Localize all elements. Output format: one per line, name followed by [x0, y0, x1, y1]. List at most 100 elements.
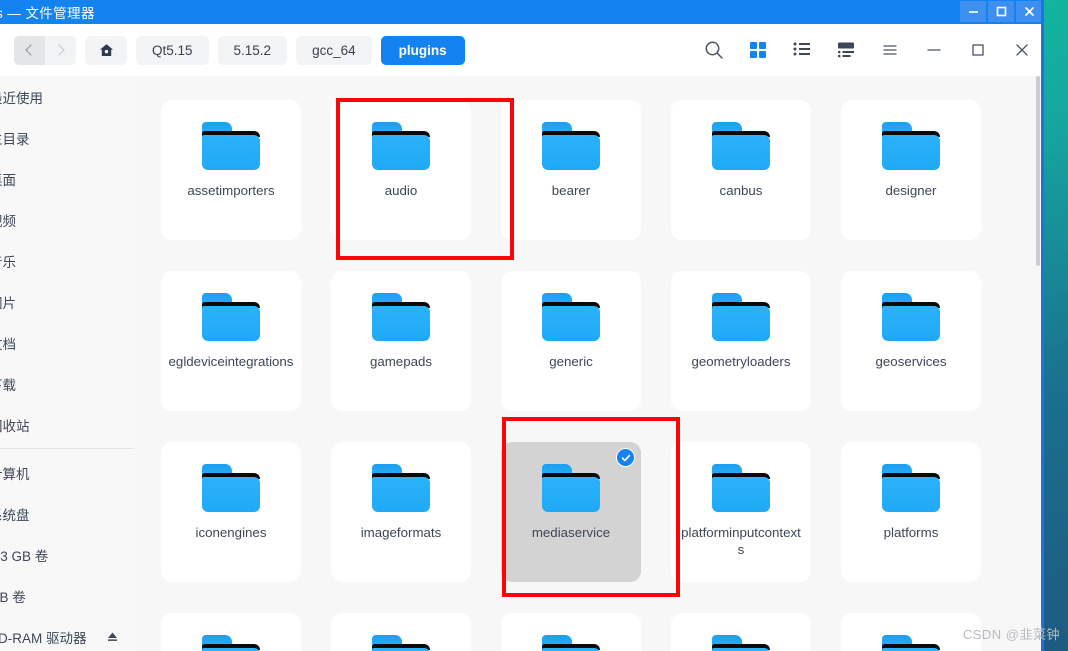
breadcrumb-plugins[interactable]: plugins	[380, 35, 465, 65]
folder-icon	[712, 635, 770, 651]
maximize-button[interactable]	[988, 1, 1014, 22]
maximize-icon	[972, 44, 984, 56]
sidebar-item-videos[interactable]: 视频	[0, 199, 133, 240]
file-grid-cell	[146, 598, 316, 651]
search-button[interactable]	[692, 30, 736, 70]
file-item[interactable]: geometryloaders	[671, 271, 811, 411]
window-minimize-button[interactable]	[912, 30, 956, 70]
back-button[interactable]	[14, 35, 45, 65]
sidebar-item-downloads[interactable]: 下载	[0, 363, 133, 404]
file-item[interactable]: audio	[331, 100, 471, 240]
file-item[interactable]: platforms	[841, 442, 981, 582]
folder-icon	[202, 293, 260, 341]
folder-icon	[372, 293, 430, 341]
file-item-label: imageformats	[360, 525, 442, 540]
file-item[interactable]	[841, 613, 981, 651]
file-item-label: iconengines	[195, 525, 267, 540]
icon-view-button[interactable]	[736, 30, 780, 70]
list-view-button[interactable]	[780, 30, 824, 70]
menu-icon	[883, 45, 897, 55]
folder-icon	[202, 464, 260, 512]
screen: s — 文件管理器 Qt5.15 5.15.2 gcc_64 plugins 近…	[0, 0, 1068, 651]
file-grid-cell: platforminputcontexts	[656, 427, 826, 597]
sidebar-item-label: 0.3 GB 卷	[0, 548, 49, 564]
breadcrumb-gcc64[interactable]: gcc_64	[296, 35, 372, 65]
file-item-label: bearer	[551, 183, 591, 198]
minimize-icon	[968, 11, 978, 13]
sidebar-divider	[0, 448, 133, 449]
sidebar-item-recent[interactable]: 最近使用	[0, 76, 133, 117]
file-item[interactable]: platforminputcontexts	[671, 442, 811, 582]
forward-button[interactable]	[45, 35, 76, 65]
sidebar-item-desktop[interactable]: 桌面	[0, 158, 133, 199]
file-item[interactable]	[671, 613, 811, 651]
sidebar-item-label: 下载	[0, 377, 16, 393]
sidebar-item-label: 回收站	[0, 418, 30, 434]
file-item[interactable]: generic	[501, 271, 641, 411]
sidebar-item-label: GB 卷	[0, 589, 26, 605]
file-item[interactable]: assetimporters	[161, 100, 301, 240]
sidebar-item-computer[interactable]: 计算机	[0, 452, 133, 493]
file-grid-cell: egldeviceintegrations	[146, 256, 316, 426]
file-grid-cell	[656, 598, 826, 651]
search-icon	[705, 41, 723, 59]
breadcrumb-5152[interactable]: 5.15.2	[217, 35, 288, 65]
sidebar-item-music[interactable]: 音乐	[0, 240, 133, 281]
file-item[interactable]: geoservices	[841, 271, 981, 411]
home-icon	[99, 43, 113, 56]
home-button[interactable]	[85, 35, 127, 65]
sidebar-item-label: 图片	[0, 295, 16, 311]
file-grid-cell: imageformats	[316, 427, 486, 597]
folder-icon	[542, 122, 600, 170]
sidebar-item-volume-gb[interactable]: GB 卷	[0, 575, 133, 616]
close-button[interactable]	[1016, 1, 1041, 22]
file-item[interactable]: gamepads	[331, 271, 471, 411]
file-item[interactable]: imageformats	[331, 442, 471, 582]
file-item[interactable]: designer	[841, 100, 981, 240]
file-grid-cell: bearer	[486, 85, 656, 255]
close-icon	[1016, 44, 1028, 56]
file-item[interactable]: bearer	[501, 100, 641, 240]
eject-icon[interactable]	[106, 630, 119, 646]
file-item-label: geometryloaders	[691, 354, 791, 369]
file-grid-cell: audio	[316, 85, 486, 255]
window-maximize-button[interactable]	[956, 30, 1000, 70]
sidebar-item-documents[interactable]: 文档	[0, 322, 133, 363]
sidebar-item-volume-03gb[interactable]: 0.3 GB 卷	[0, 534, 133, 575]
file-item-label: mediaservice	[531, 525, 611, 540]
sidebar-item-label: 视频	[0, 213, 16, 229]
sidebar-item-home[interactable]: 主目录	[0, 117, 133, 158]
file-item[interactable]: iconengines	[161, 442, 301, 582]
detail-view-button[interactable]	[824, 30, 868, 70]
sidebar-item-dvd-ram[interactable]: VD-RAM 驱动器	[0, 616, 133, 651]
selected-check-icon	[616, 448, 635, 467]
minimize-icon	[927, 49, 941, 51]
list-view-icon	[793, 42, 810, 56]
sidebar-item-label: VD-RAM 驱动器	[0, 630, 87, 646]
minimize-button[interactable]	[960, 1, 986, 22]
file-grid-area[interactable]: assetimporters audio bearer canbus designer e…	[133, 76, 1041, 651]
file-item-label: platforms	[883, 525, 939, 540]
sidebar-item-trash[interactable]: 回收站	[0, 404, 133, 445]
vertical-scrollbar[interactable]	[1035, 76, 1041, 651]
sidebar-item-label: 主目录	[0, 131, 30, 147]
file-item[interactable]	[501, 613, 641, 651]
window-close-button[interactable]	[1000, 30, 1041, 70]
chevron-right-icon	[53, 44, 65, 56]
sidebar-item-system-disk[interactable]: 系统盘	[0, 493, 133, 534]
sidebar[interactable]: 最近使用 主目录 桌面 视频 音乐 图片 文档 下载 回收站 计算机 系统盘 0…	[0, 76, 133, 651]
sidebar-item-pictures[interactable]: 图片	[0, 281, 133, 322]
scrollbar-thumb[interactable]	[1036, 76, 1040, 266]
file-grid-cell: platforms	[826, 427, 996, 597]
folder-icon	[712, 293, 770, 341]
file-item[interactable]: canbus	[671, 100, 811, 240]
menu-button[interactable]	[868, 30, 912, 70]
folder-icon	[542, 464, 600, 512]
sidebar-item-label: 音乐	[0, 254, 16, 270]
breadcrumb-qt515[interactable]: Qt5.15	[136, 35, 209, 65]
file-grid-cell: generic	[486, 256, 656, 426]
file-item[interactable]: egldeviceintegrations	[161, 271, 301, 411]
file-item[interactable]: mediaservice	[501, 442, 641, 582]
file-item[interactable]	[161, 613, 301, 651]
file-item[interactable]	[331, 613, 471, 651]
